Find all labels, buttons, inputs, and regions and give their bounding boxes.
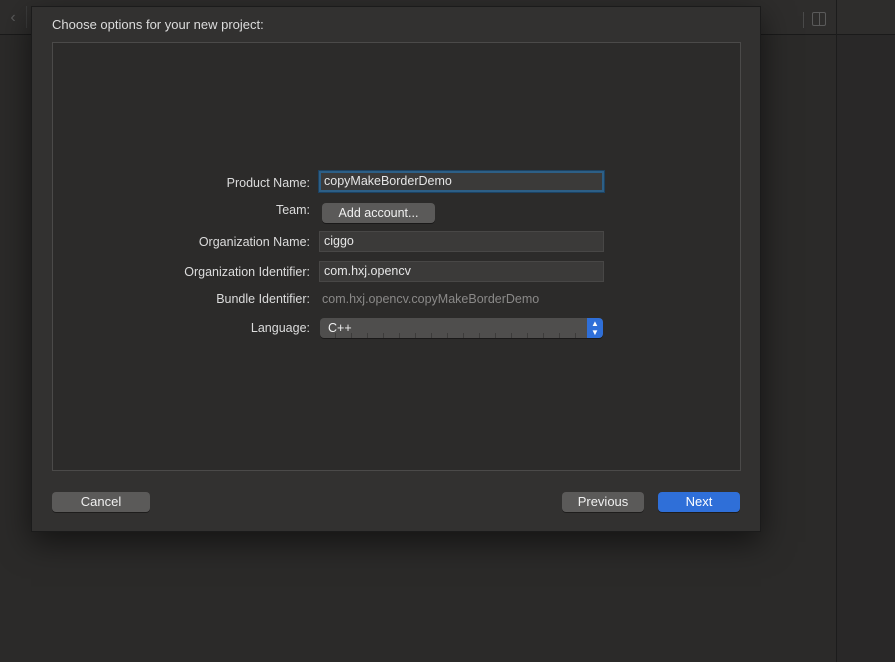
- bundle-identifier-value: com.hxj.opencv.copyMakeBorderDemo: [322, 292, 540, 306]
- toolbar-divider-right: [803, 12, 804, 28]
- inspector-toolbar: [837, 0, 895, 35]
- toolbar-divider: [26, 6, 27, 28]
- select-tick-marks: [320, 333, 587, 338]
- next-button[interactable]: Next: [658, 492, 740, 512]
- project-options-panel: Product Name: copyMakeBorderDemo Team: A…: [52, 42, 741, 471]
- bundle-identifier-label: Bundle Identifier:: [216, 292, 310, 306]
- organization-name-label: Organization Name:: [198, 235, 310, 249]
- new-project-sheet: Choose options for your new project: Pro…: [31, 6, 761, 532]
- up-down-chevron-icon[interactable]: ▲ ▼: [587, 318, 603, 338]
- language-select[interactable]: C++ ▲ ▼: [320, 318, 603, 338]
- previous-button[interactable]: Previous: [562, 492, 644, 512]
- language-label: Language:: [250, 321, 310, 335]
- add-account-button[interactable]: Add account...: [322, 203, 435, 223]
- organization-identifier-label: Organization Identifier:: [184, 265, 310, 279]
- inspector-toggle-icon[interactable]: [812, 12, 826, 26]
- product-name-input[interactable]: copyMakeBorderDemo: [319, 171, 604, 192]
- sheet-title: Choose options for your new project:: [52, 17, 264, 32]
- product-name-label: Product Name:: [226, 176, 310, 190]
- organization-identifier-input[interactable]: com.hxj.opencv: [319, 261, 604, 282]
- cancel-button[interactable]: Cancel: [52, 492, 150, 512]
- organization-name-input[interactable]: ciggo: [319, 231, 604, 252]
- inspector-panel: [836, 0, 895, 662]
- team-label: Team:: [275, 203, 310, 217]
- back-chevron-icon[interactable]: ‹: [0, 0, 26, 34]
